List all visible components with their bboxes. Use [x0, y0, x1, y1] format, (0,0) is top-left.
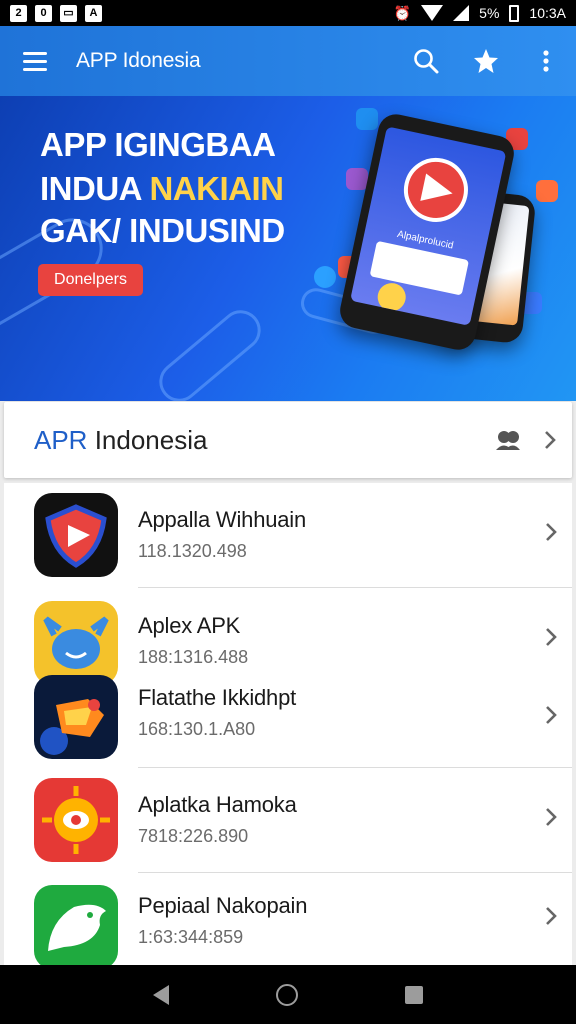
decor-line — [151, 302, 269, 401]
list-item[interactable]: Appalla Wihhuain 118.1320.498 — [4, 483, 572, 587]
section-title-b: Indonesia — [87, 424, 208, 455]
favorites-button[interactable] — [456, 26, 516, 96]
notification-icon: 2 — [10, 4, 27, 22]
home-icon[interactable] — [275, 983, 298, 1006]
floating-app-icon — [536, 180, 558, 202]
red-play-icon — [34, 493, 118, 577]
section-title: APR Indonesia — [34, 425, 488, 456]
back-icon[interactable] — [153, 984, 170, 1005]
app-name: Aplatka Hamoka — [138, 792, 297, 817]
chevron-right-icon[interactable] — [528, 420, 572, 460]
chevron-right-icon — [544, 704, 558, 731]
banner-headline-1: APP IGINGBAA — [40, 126, 276, 163]
banner-headline-2a: INDUA — [40, 170, 150, 207]
people-icon — [488, 429, 528, 451]
battery-percent: 5% — [479, 5, 500, 21]
banner-headline-2b: NAKIAIN — [149, 170, 284, 207]
menu-icon[interactable] — [0, 26, 70, 96]
notification-icons: 2 0 ▭ A — [10, 4, 102, 22]
section-header[interactable]: APR Indonesia — [4, 402, 572, 478]
app-size: 118.1320.498 — [138, 541, 247, 561]
chevron-right-icon — [544, 626, 558, 653]
list-item[interactable]: Aplatka Hamoka 7818:226.890 — [4, 768, 572, 872]
floating-app-icon — [314, 266, 336, 288]
list-item[interactable]: Pepiaal Nakopain 1:63:344:859 — [4, 873, 572, 965]
app-size: 168:130.1.A80 — [138, 719, 256, 739]
system-nav-bar — [0, 965, 576, 1024]
banner-headline-3: GAK/ INDUSIND — [40, 212, 285, 249]
app-size: 188:1316.488 — [138, 647, 249, 667]
app-name: Appalla Wihhuain — [138, 507, 307, 532]
fire-bird-icon — [34, 675, 118, 759]
battery-icon — [509, 4, 520, 22]
floating-app-icon — [346, 168, 368, 190]
more-vert-icon — [543, 50, 549, 72]
sun-eye-icon — [34, 778, 118, 862]
chevron-right-icon — [544, 521, 558, 548]
banner-headline-2: INDUA NAKIAIN — [40, 170, 284, 208]
bird-icon — [34, 885, 118, 965]
promo-banner[interactable]: APP IGINGBAA INDUA NAKIAIN GAK/ INDUSIND… — [0, 96, 576, 401]
notification-icon: ▭ — [60, 4, 77, 22]
app-name: Aplex APK — [138, 613, 241, 638]
app-list: Appalla Wihhuain 118.1320.498 Aplex APK … — [4, 483, 572, 965]
signal-icon — [453, 5, 470, 21]
recents-icon[interactable] — [404, 985, 423, 1004]
alarm-icon: ⏰ — [393, 4, 412, 21]
floating-app-icon — [356, 108, 378, 130]
app-bar: APP Idonesia — [0, 26, 576, 96]
chevron-right-icon — [544, 905, 558, 932]
app-name: Pepiaal Nakopain — [138, 893, 308, 918]
banner-cta-button[interactable]: Donelpers — [38, 264, 143, 296]
wifi-icon — [421, 5, 444, 21]
notification-icon: A — [85, 4, 102, 22]
clock: 10:3A — [529, 5, 566, 21]
app-title: APP Idonesia — [76, 49, 201, 72]
search-icon — [414, 49, 439, 74]
notification-icon: 0 — [35, 4, 52, 22]
status-bar: 2 0 ▭ A ⏰ 5% 10:3A — [0, 0, 576, 26]
list-item[interactable]: Flatathe Ikkidhpt 168:130.1.A80 — [4, 671, 572, 767]
app-size: 1:63:344:859 — [138, 927, 244, 947]
star-icon — [474, 49, 498, 73]
search-button[interactable] — [396, 26, 456, 96]
section-title-a: APR — [34, 424, 88, 455]
list-item[interactable]: Aplex APK 188:1316.488 — [4, 588, 572, 685]
app-size: 7818:226.890 — [138, 826, 249, 846]
more-options-button[interactable] — [516, 26, 576, 96]
app-name: Flatathe Ikkidhpt — [138, 685, 297, 710]
chevron-right-icon — [544, 806, 558, 833]
